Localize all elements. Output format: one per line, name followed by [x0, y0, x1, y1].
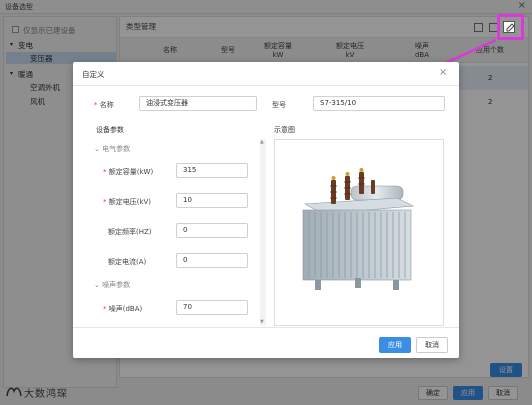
dialog-close-icon[interactable]: × [439, 67, 447, 78]
name-input[interactable]: 油浸式变压器 [139, 96, 257, 111]
params-title: 设备参数 [96, 126, 124, 134]
scroll-down-icon[interactable]: ▼ [260, 319, 264, 325]
electrical-section[interactable]: ⌄ 电气参数 [94, 144, 130, 154]
dialog-cancel-button[interactable]: 取消 [416, 337, 448, 353]
schematic-image-box [274, 139, 444, 326]
dialog-apply-button[interactable]: 应用 [379, 337, 411, 353]
current-label: 额定电流(A) [108, 258, 147, 266]
capacity-input[interactable]: 315 [176, 163, 248, 178]
scrollbar-track[interactable]: ▲ ▼ [260, 139, 266, 326]
frequency-label: 额定频率(HZ) [108, 228, 152, 236]
params-scroll-area: ⌄ 电气参数 * 额定容量(kW) 315 * 额定电压(kV) 10 额定频率… [94, 139, 268, 326]
current-input[interactable]: 0 [176, 253, 248, 268]
voltage-label: * 额定电压(kV) [103, 198, 152, 206]
noise-label: * 噪声(dBA) [103, 305, 143, 313]
schematic-title: 示意图 [274, 126, 295, 134]
voltage-input[interactable]: 10 [176, 193, 248, 208]
dialog-header: 自定义 × [73, 62, 459, 86]
frequency-input[interactable]: 0 [176, 223, 248, 238]
noise-input[interactable]: 70 [176, 300, 248, 315]
model-input[interactable]: S7-315/10 [313, 96, 445, 111]
model-label: 型号 [272, 101, 286, 109]
noise-section[interactable]: ⌄ 噪声参数 [94, 280, 130, 290]
name-label: * 名称 [94, 101, 114, 109]
transformer-image [302, 168, 415, 290]
custom-dialog: 自定义 × * 名称 油浸式变压器 型号 S7-315/10 设备参数 示意图 … [73, 62, 459, 358]
dialog-footer: 应用 取消 [73, 327, 459, 358]
dialog-title: 自定义 [82, 70, 105, 79]
capacity-label: * 额定容量(kW) [103, 168, 154, 176]
scroll-up-icon[interactable]: ▲ [260, 139, 264, 145]
